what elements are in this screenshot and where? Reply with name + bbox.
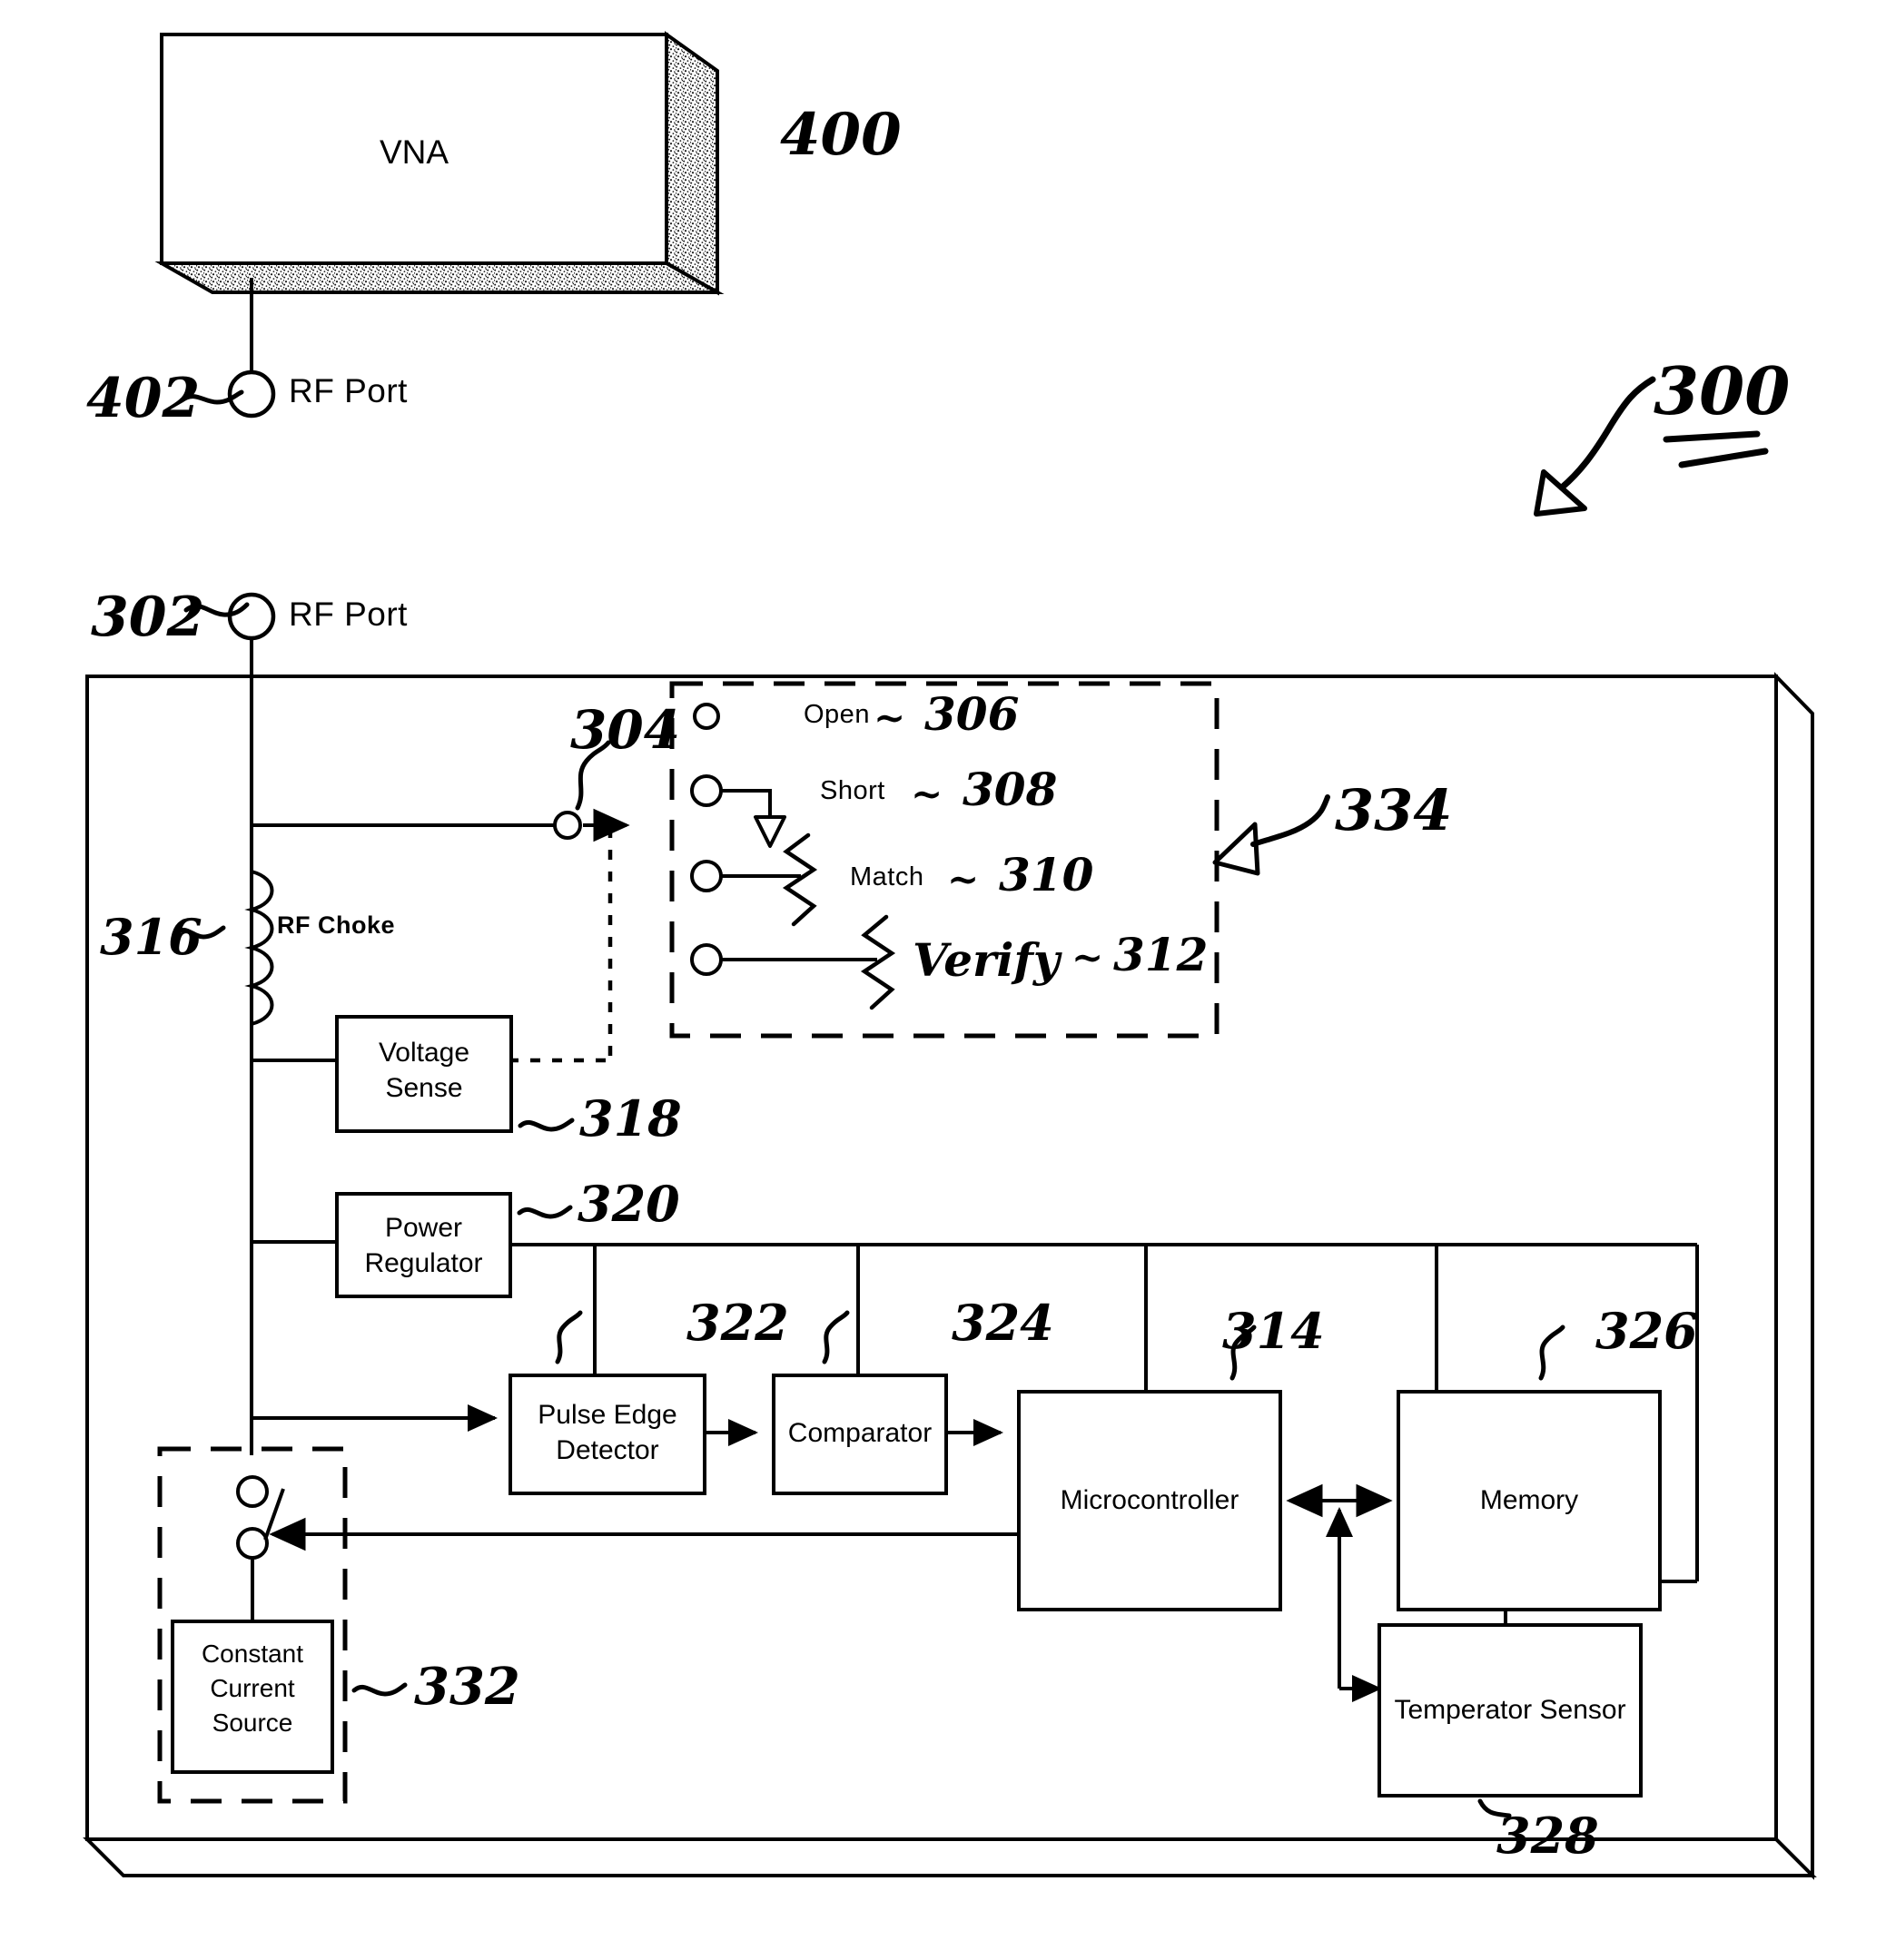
- ref-300: 300: [1654, 352, 1791, 429]
- ref-314: 314: [1222, 1302, 1325, 1360]
- ref-320: 320: [578, 1175, 680, 1233]
- ref-302: 302: [91, 586, 205, 649]
- tilde-312: ~: [1071, 935, 1104, 980]
- module-rf-port-terminal: [227, 592, 276, 641]
- microcontroller-label: Microcontroller: [1060, 1485, 1239, 1515]
- leader-324: [822, 1310, 850, 1364]
- pulse-edge-detector-label-line1: Pulse Edge: [538, 1400, 677, 1430]
- ref-308: 308: [963, 763, 1058, 816]
- resistor-zigzag-match-icon: [782, 832, 818, 927]
- ref-334: 334: [1335, 777, 1453, 843]
- ccs-switch-upper-terminal: [236, 1475, 269, 1508]
- ref-318: 318: [579, 1089, 682, 1147]
- temperature-sensor-label: Temperator Sensor: [1394, 1695, 1626, 1725]
- leader-322: [555, 1310, 583, 1364]
- leader-326: [1538, 1325, 1565, 1381]
- memory-label: Memory: [1479, 1485, 1579, 1515]
- ref-306: 306: [924, 687, 1020, 741]
- leader-318: [518, 1118, 575, 1132]
- voltage-sense-label-line1: Voltage: [378, 1038, 470, 1068]
- ccs-label-line1: Constant: [201, 1640, 304, 1668]
- ref-316: 316: [100, 908, 202, 966]
- ref-324: 324: [952, 1294, 1054, 1352]
- standard-open-terminal: [693, 703, 720, 730]
- standard-short-label: Short: [820, 776, 885, 805]
- pulse-edge-detector-label-line2: Detector: [556, 1435, 659, 1465]
- ref-400: 400: [780, 101, 902, 169]
- ccs-label-line3: Source: [212, 1709, 293, 1737]
- ground-symbol-icon: [754, 815, 786, 848]
- standard-short-wire: [721, 789, 772, 817]
- module-rf-port-label: RF Port: [289, 596, 408, 633]
- tilde-306: ~: [874, 695, 906, 740]
- tilde-308: ~: [911, 772, 943, 816]
- ref-326: 326: [1595, 1302, 1698, 1360]
- standard-match-terminal: [690, 860, 723, 892]
- leader-332: [351, 1682, 408, 1697]
- leader-334: [1250, 794, 1330, 847]
- leader-300-arrowhead: [1534, 469, 1587, 517]
- ref-402: 402: [86, 367, 201, 430]
- standard-short-terminal: [690, 774, 723, 807]
- vna-rf-port-label: RF Port: [289, 372, 408, 409]
- leader-334-arrowhead: [1212, 822, 1260, 876]
- ref-328: 328: [1496, 1807, 1599, 1865]
- leader-300: [1558, 376, 1656, 491]
- power-regulator-label-line1: Power: [384, 1213, 463, 1243]
- vna-label: VNA: [379, 133, 449, 171]
- vna-right-face: [665, 31, 719, 296]
- enclosure-right-face: [1774, 672, 1814, 1880]
- comparator-label: Comparator: [787, 1418, 933, 1448]
- leader-320: [517, 1205, 573, 1219]
- standard-open-label: Open: [804, 700, 870, 729]
- rf-choke-coil: [244, 870, 274, 1026]
- patent-figure-canvas: VNA 400 RF Port 402 300 RF Port 302 304 …: [0, 0, 1886, 1960]
- standard-verify-label: Verify: [913, 933, 1060, 987]
- standard-verify-terminal: [690, 943, 723, 976]
- tilde-310: ~: [947, 857, 980, 901]
- ref-312: 312: [1113, 928, 1209, 981]
- underline-300-b: [1678, 448, 1769, 468]
- ref-322: 322: [686, 1294, 789, 1352]
- ref-310: 310: [999, 848, 1094, 901]
- power-regulator-label-line2: Regulator: [364, 1248, 483, 1278]
- ccs-label-line2: Current: [210, 1674, 295, 1702]
- underline-300-a: [1663, 430, 1761, 443]
- standard-match-label: Match: [850, 862, 924, 891]
- ref-304: 304: [570, 699, 681, 761]
- voltage-sense-label-line2: Sense: [385, 1073, 463, 1103]
- rf-choke-label: RF Choke: [277, 911, 396, 939]
- ccs-switch-lower-terminal: [236, 1527, 269, 1560]
- switch-304-pole: [553, 811, 582, 840]
- vna-bottom-face: [154, 261, 725, 294]
- resistor-zigzag-verify-icon: [860, 914, 896, 1010]
- power-regulator-block: [335, 1192, 512, 1298]
- ref-332: 332: [414, 1657, 520, 1717]
